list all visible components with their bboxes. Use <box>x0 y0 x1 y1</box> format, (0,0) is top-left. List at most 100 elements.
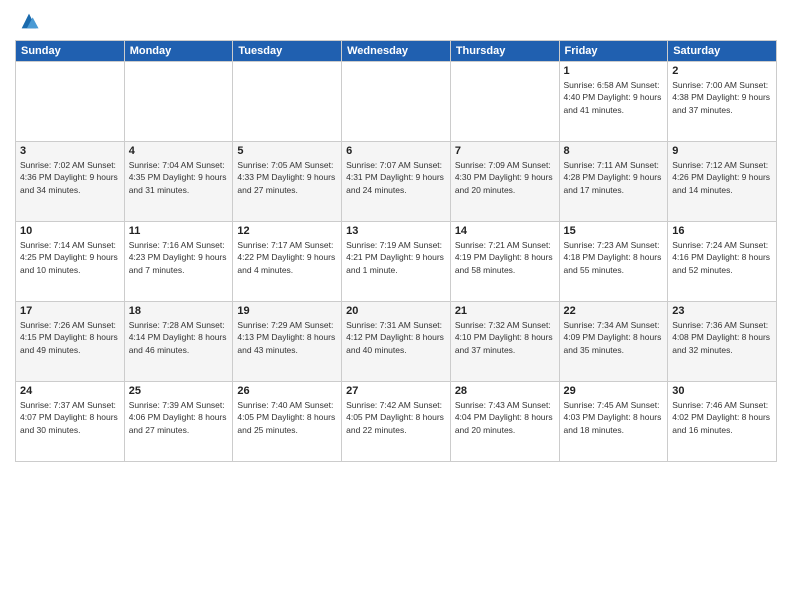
day-info: Sunrise: 7:32 AM Sunset: 4:10 PM Dayligh… <box>455 319 555 356</box>
day-number: 17 <box>20 305 120 317</box>
calendar-cell: 21 Sunrise: 7:32 AM Sunset: 4:10 PM Dayli… <box>450 302 559 382</box>
day-info: Sunrise: 7:36 AM Sunset: 4:08 PM Dayligh… <box>672 319 772 356</box>
day-number: 24 <box>20 385 120 397</box>
calendar: SundayMondayTuesdayWednesdayThursdayFrid… <box>15 40 777 462</box>
day-info: Sunrise: 7:00 AM Sunset: 4:38 PM Dayligh… <box>672 79 772 116</box>
calendar-cell: 18 Sunrise: 7:28 AM Sunset: 4:14 PM Dayli… <box>124 302 233 382</box>
day-info: Sunrise: 7:45 AM Sunset: 4:03 PM Dayligh… <box>564 399 664 436</box>
day-info: Sunrise: 7:07 AM Sunset: 4:31 PM Dayligh… <box>346 159 446 196</box>
day-info: Sunrise: 7:46 AM Sunset: 4:02 PM Dayligh… <box>672 399 772 436</box>
weekday-header-sunday: Sunday <box>16 41 125 62</box>
calendar-cell: 30 Sunrise: 7:46 AM Sunset: 4:02 PM Dayli… <box>668 382 777 462</box>
day-number: 20 <box>346 305 446 317</box>
calendar-cell <box>342 62 451 142</box>
calendar-cell: 28 Sunrise: 7:43 AM Sunset: 4:04 PM Dayli… <box>450 382 559 462</box>
header <box>15 10 777 32</box>
weekday-header-wednesday: Wednesday <box>342 41 451 62</box>
calendar-cell: 26 Sunrise: 7:40 AM Sunset: 4:05 PM Dayli… <box>233 382 342 462</box>
day-info: Sunrise: 7:04 AM Sunset: 4:35 PM Dayligh… <box>129 159 229 196</box>
week-row-2: 3Sunrise: 7:02 AM Sunset: 4:36 PM Daylig… <box>16 142 777 222</box>
day-number: 21 <box>455 305 555 317</box>
week-row-5: 24 Sunrise: 7:37 AM Sunset: 4:07 PM Dayli… <box>16 382 777 462</box>
day-number: 11 <box>129 225 229 237</box>
weekday-header-row: SundayMondayTuesdayWednesdayThursdayFrid… <box>16 41 777 62</box>
weekday-header-monday: Monday <box>124 41 233 62</box>
calendar-cell: 23 Sunrise: 7:36 AM Sunset: 4:08 PM Dayli… <box>668 302 777 382</box>
day-number: 19 <box>237 305 337 317</box>
logo <box>15 14 40 32</box>
calendar-cell: 19 Sunrise: 7:29 AM Sunset: 4:13 PM Dayli… <box>233 302 342 382</box>
day-number: 5 <box>237 145 337 157</box>
day-info: Sunrise: 7:21 AM Sunset: 4:19 PM Dayligh… <box>455 239 555 276</box>
week-row-1: 1 Sunrise: 6:58 AM Sunset: 4:40 PM Daylig… <box>16 62 777 142</box>
calendar-cell: 13 Sunrise: 7:19 AM Sunset: 4:21 PM Dayli… <box>342 222 451 302</box>
calendar-cell: 6 Sunrise: 7:07 AM Sunset: 4:31 PM Daylig… <box>342 142 451 222</box>
calendar-cell: 25Sunrise: 7:39 AM Sunset: 4:06 PM Dayli… <box>124 382 233 462</box>
calendar-cell: 4 Sunrise: 7:04 AM Sunset: 4:35 PM Daylig… <box>124 142 233 222</box>
day-number: 8 <box>564 145 664 157</box>
calendar-cell <box>233 62 342 142</box>
calendar-cell: 1 Sunrise: 6:58 AM Sunset: 4:40 PM Daylig… <box>559 62 668 142</box>
day-number: 28 <box>455 385 555 397</box>
day-number: 6 <box>346 145 446 157</box>
day-number: 4 <box>129 145 229 157</box>
day-number: 26 <box>237 385 337 397</box>
calendar-cell: 22 Sunrise: 7:34 AM Sunset: 4:09 PM Dayli… <box>559 302 668 382</box>
day-info: Sunrise: 7:11 AM Sunset: 4:28 PM Dayligh… <box>564 159 664 196</box>
day-info: Sunrise: 7:42 AM Sunset: 4:05 PM Dayligh… <box>346 399 446 436</box>
day-number: 29 <box>564 385 664 397</box>
calendar-cell: 12 Sunrise: 7:17 AM Sunset: 4:22 PM Dayli… <box>233 222 342 302</box>
day-info: Sunrise: 7:24 AM Sunset: 4:16 PM Dayligh… <box>672 239 772 276</box>
day-number: 18 <box>129 305 229 317</box>
day-number: 13 <box>346 225 446 237</box>
calendar-cell: 10 Sunrise: 7:14 AM Sunset: 4:25 PM Dayli… <box>16 222 125 302</box>
day-info: Sunrise: 7:23 AM Sunset: 4:18 PM Dayligh… <box>564 239 664 276</box>
calendar-cell: 9 Sunrise: 7:12 AM Sunset: 4:26 PM Daylig… <box>668 142 777 222</box>
day-number: 3 <box>20 145 120 157</box>
calendar-cell: 20 Sunrise: 7:31 AM Sunset: 4:12 PM Dayli… <box>342 302 451 382</box>
calendar-cell: 15Sunrise: 7:23 AM Sunset: 4:18 PM Dayli… <box>559 222 668 302</box>
weekday-header-friday: Friday <box>559 41 668 62</box>
day-info: Sunrise: 7:05 AM Sunset: 4:33 PM Dayligh… <box>237 159 337 196</box>
week-row-4: 17 Sunrise: 7:26 AM Sunset: 4:15 PM Dayli… <box>16 302 777 382</box>
calendar-cell <box>450 62 559 142</box>
day-number: 27 <box>346 385 446 397</box>
day-info: Sunrise: 7:43 AM Sunset: 4:04 PM Dayligh… <box>455 399 555 436</box>
day-info: Sunrise: 7:31 AM Sunset: 4:12 PM Dayligh… <box>346 319 446 356</box>
day-info: Sunrise: 7:17 AM Sunset: 4:22 PM Dayligh… <box>237 239 337 276</box>
weekday-header-saturday: Saturday <box>668 41 777 62</box>
day-info: Sunrise: 7:19 AM Sunset: 4:21 PM Dayligh… <box>346 239 446 276</box>
calendar-cell: 14Sunrise: 7:21 AM Sunset: 4:19 PM Dayli… <box>450 222 559 302</box>
day-info: Sunrise: 7:40 AM Sunset: 4:05 PM Dayligh… <box>237 399 337 436</box>
day-number: 12 <box>237 225 337 237</box>
weekday-header-thursday: Thursday <box>450 41 559 62</box>
day-info: Sunrise: 7:26 AM Sunset: 4:15 PM Dayligh… <box>20 319 120 356</box>
day-info: Sunrise: 7:14 AM Sunset: 4:25 PM Dayligh… <box>20 239 120 276</box>
day-number: 22 <box>564 305 664 317</box>
day-info: Sunrise: 7:12 AM Sunset: 4:26 PM Dayligh… <box>672 159 772 196</box>
day-info: Sunrise: 7:34 AM Sunset: 4:09 PM Dayligh… <box>564 319 664 356</box>
day-number: 9 <box>672 145 772 157</box>
day-number: 1 <box>564 65 664 77</box>
calendar-cell: 29 Sunrise: 7:45 AM Sunset: 4:03 PM Dayli… <box>559 382 668 462</box>
day-info: Sunrise: 7:09 AM Sunset: 4:30 PM Dayligh… <box>455 159 555 196</box>
calendar-cell: 27 Sunrise: 7:42 AM Sunset: 4:05 PM Dayli… <box>342 382 451 462</box>
calendar-cell: 17 Sunrise: 7:26 AM Sunset: 4:15 PM Dayli… <box>16 302 125 382</box>
day-number: 7 <box>455 145 555 157</box>
calendar-cell: 7 Sunrise: 7:09 AM Sunset: 4:30 PM Daylig… <box>450 142 559 222</box>
calendar-cell: 2Sunrise: 7:00 AM Sunset: 4:38 PM Daylig… <box>668 62 777 142</box>
week-row-3: 10 Sunrise: 7:14 AM Sunset: 4:25 PM Dayli… <box>16 222 777 302</box>
page: SundayMondayTuesdayWednesdayThursdayFrid… <box>0 0 792 612</box>
day-info: Sunrise: 7:29 AM Sunset: 4:13 PM Dayligh… <box>237 319 337 356</box>
day-info: Sunrise: 7:37 AM Sunset: 4:07 PM Dayligh… <box>20 399 120 436</box>
day-info: Sunrise: 6:58 AM Sunset: 4:40 PM Dayligh… <box>564 79 664 116</box>
day-number: 23 <box>672 305 772 317</box>
day-number: 30 <box>672 385 772 397</box>
calendar-cell: 8 Sunrise: 7:11 AM Sunset: 4:28 PM Daylig… <box>559 142 668 222</box>
logo-icon <box>18 10 40 32</box>
calendar-cell: 24 Sunrise: 7:37 AM Sunset: 4:07 PM Dayli… <box>16 382 125 462</box>
day-info: Sunrise: 7:28 AM Sunset: 4:14 PM Dayligh… <box>129 319 229 356</box>
calendar-cell: 3Sunrise: 7:02 AM Sunset: 4:36 PM Daylig… <box>16 142 125 222</box>
weekday-header-tuesday: Tuesday <box>233 41 342 62</box>
day-number: 10 <box>20 225 120 237</box>
